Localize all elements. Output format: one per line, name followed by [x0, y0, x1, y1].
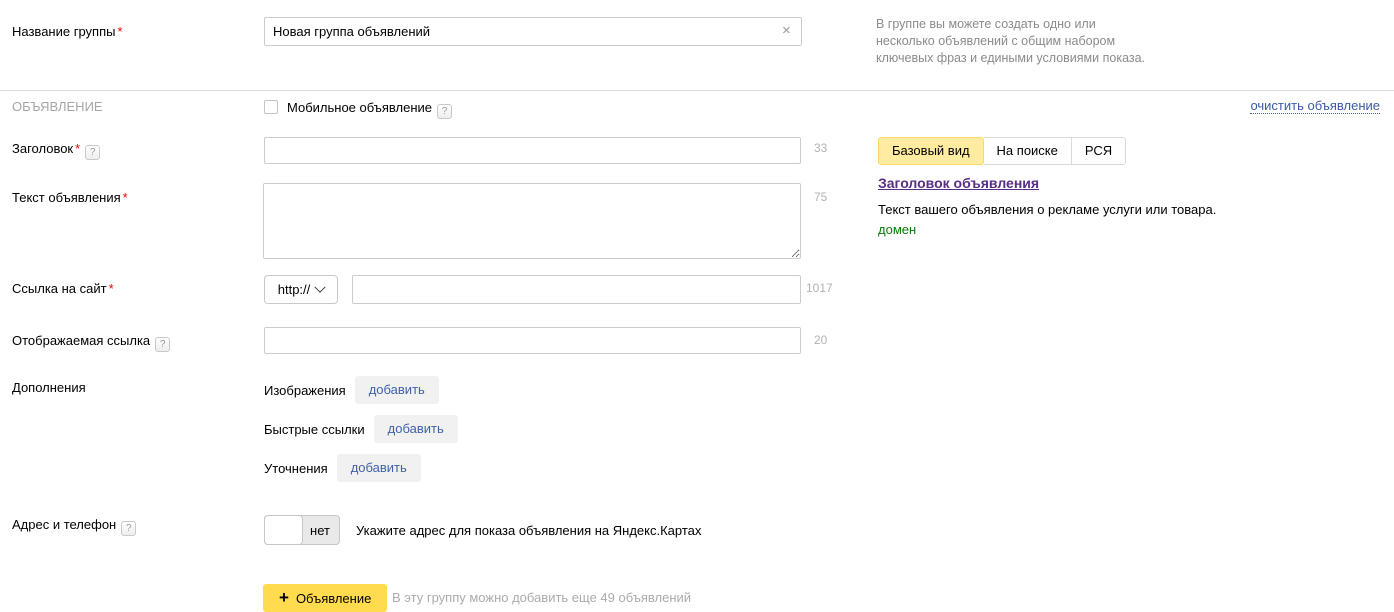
help-icon[interactable]: ?	[437, 104, 452, 119]
required-asterisk: *	[75, 141, 80, 156]
chevron-down-icon	[315, 281, 326, 292]
tab-on-search[interactable]: На поиске	[984, 137, 1072, 165]
group-name-label: Название группы*	[12, 24, 123, 39]
add-callouts-button[interactable]: добавить	[337, 454, 421, 482]
toggle-value: нет	[301, 516, 339, 544]
ad-text-counter: 75	[814, 190, 827, 204]
plus-icon: +	[279, 589, 289, 606]
callouts-row: Уточнения добавить	[264, 454, 421, 482]
add-sitelinks-button[interactable]: добавить	[374, 415, 458, 443]
ad-text-label: Текст объявления*	[12, 190, 128, 205]
add-ad-button[interactable]: + Объявление	[263, 584, 387, 612]
callouts-label: Уточнения	[264, 461, 328, 476]
preview-ad-domain: домен	[878, 222, 916, 237]
group-help-text: В группе вы можете создать одно или неск…	[876, 16, 1145, 67]
protocol-value: http://	[278, 282, 311, 297]
site-link-label: Ссылка на сайт*	[12, 281, 114, 296]
title-input[interactable]	[264, 137, 801, 164]
address-toggle[interactable]: нет	[264, 515, 340, 545]
sitelinks-label: Быстрые ссылки	[264, 422, 365, 437]
sitelinks-row: Быстрые ссылки добавить	[264, 415, 458, 443]
protocol-select[interactable]: http://	[264, 275, 338, 304]
help-icon[interactable]: ?	[155, 337, 170, 352]
images-row: Изображения добавить	[264, 376, 439, 404]
required-asterisk: *	[123, 190, 128, 205]
title-label: Заголовок*?	[12, 141, 100, 160]
display-link-input[interactable]	[264, 327, 801, 354]
clear-input-icon[interactable]: ×	[782, 22, 791, 39]
toggle-knob	[264, 515, 303, 545]
help-icon[interactable]: ?	[85, 145, 100, 160]
address-label: Адрес и телефон?	[12, 517, 136, 536]
preview-tabs: Базовый вид На поиске РСЯ	[878, 137, 1126, 165]
site-link-input[interactable]	[352, 275, 801, 304]
section-divider	[0, 90, 1394, 91]
address-hint: Укажите адрес для показа объявления на Я…	[356, 523, 701, 538]
site-link-counter: 1017	[806, 281, 833, 295]
required-asterisk: *	[117, 24, 122, 39]
mobile-ad-label: Мобильное объявление?	[287, 100, 452, 119]
additions-label: Дополнения	[12, 380, 86, 395]
images-label: Изображения	[264, 383, 346, 398]
add-ad-button-label: Объявление	[296, 591, 371, 606]
tab-rsya[interactable]: РСЯ	[1072, 137, 1126, 165]
add-ad-hint: В эту группу можно добавить еще 49 объяв…	[392, 590, 691, 605]
group-name-input[interactable]	[264, 17, 802, 46]
mobile-ad-checkbox[interactable]	[264, 100, 278, 114]
ad-text-input[interactable]	[263, 183, 801, 259]
clear-ad-link[interactable]: очистить объявление	[1250, 98, 1380, 114]
help-icon[interactable]: ?	[121, 521, 136, 536]
display-link-label: Отображаемая ссылка?	[12, 333, 170, 352]
preview-ad-title[interactable]: Заголовок объявления	[878, 175, 1039, 191]
preview-ad-text: Текст вашего объявления о рекламе услуги…	[878, 202, 1216, 217]
add-images-button[interactable]: добавить	[355, 376, 439, 404]
section-title: ОБЪЯВЛЕНИЕ	[12, 99, 103, 114]
display-link-counter: 20	[814, 333, 827, 347]
ad-group-form: Название группы* × В группе вы можете со…	[0, 0, 1394, 612]
required-asterisk: *	[109, 281, 114, 296]
title-counter: 33	[814, 141, 827, 155]
tab-basic-view[interactable]: Базовый вид	[878, 137, 984, 165]
